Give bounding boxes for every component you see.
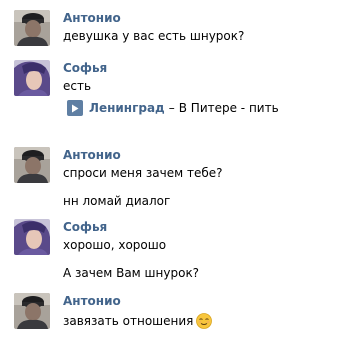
author-name[interactable]: Софья	[63, 60, 107, 76]
message-text: А зачем Вам шнурок?	[63, 266, 200, 280]
relieved-face-emoji-icon	[196, 313, 213, 333]
author-name[interactable]: Антонио	[63, 293, 121, 309]
avatar-antonio[interactable]	[14, 147, 50, 183]
audio-attachment[interactable]: Ленинград – В Питере - пить	[67, 99, 279, 117]
message-text: есть	[63, 79, 92, 93]
message-text-with-emoji: завязать отношения	[63, 313, 213, 333]
author-name[interactable]: Антонио	[63, 10, 121, 26]
avatar-sofya[interactable]	[14, 60, 50, 96]
audio-artist[interactable]: Ленинград	[89, 101, 165, 115]
avatar-sofya[interactable]	[14, 219, 50, 255]
message-text: хорошо, хорошо	[63, 238, 167, 252]
avatar-antonio[interactable]	[14, 293, 50, 329]
message-text: спроси меня зачем тебе?	[63, 166, 223, 180]
author-name[interactable]: Софья	[63, 219, 107, 235]
message-text: нн ломай диалог	[63, 194, 171, 208]
author-name[interactable]: Антонио	[63, 147, 121, 163]
audio-separator: –	[168, 101, 175, 115]
avatar-antonio[interactable]	[14, 10, 50, 46]
audio-title[interactable]: В Питере - пить	[179, 101, 279, 115]
message-text: девушка у вас есть шнурок?	[63, 29, 245, 43]
message-text: завязать отношения	[63, 314, 194, 328]
play-icon[interactable]	[67, 100, 83, 116]
